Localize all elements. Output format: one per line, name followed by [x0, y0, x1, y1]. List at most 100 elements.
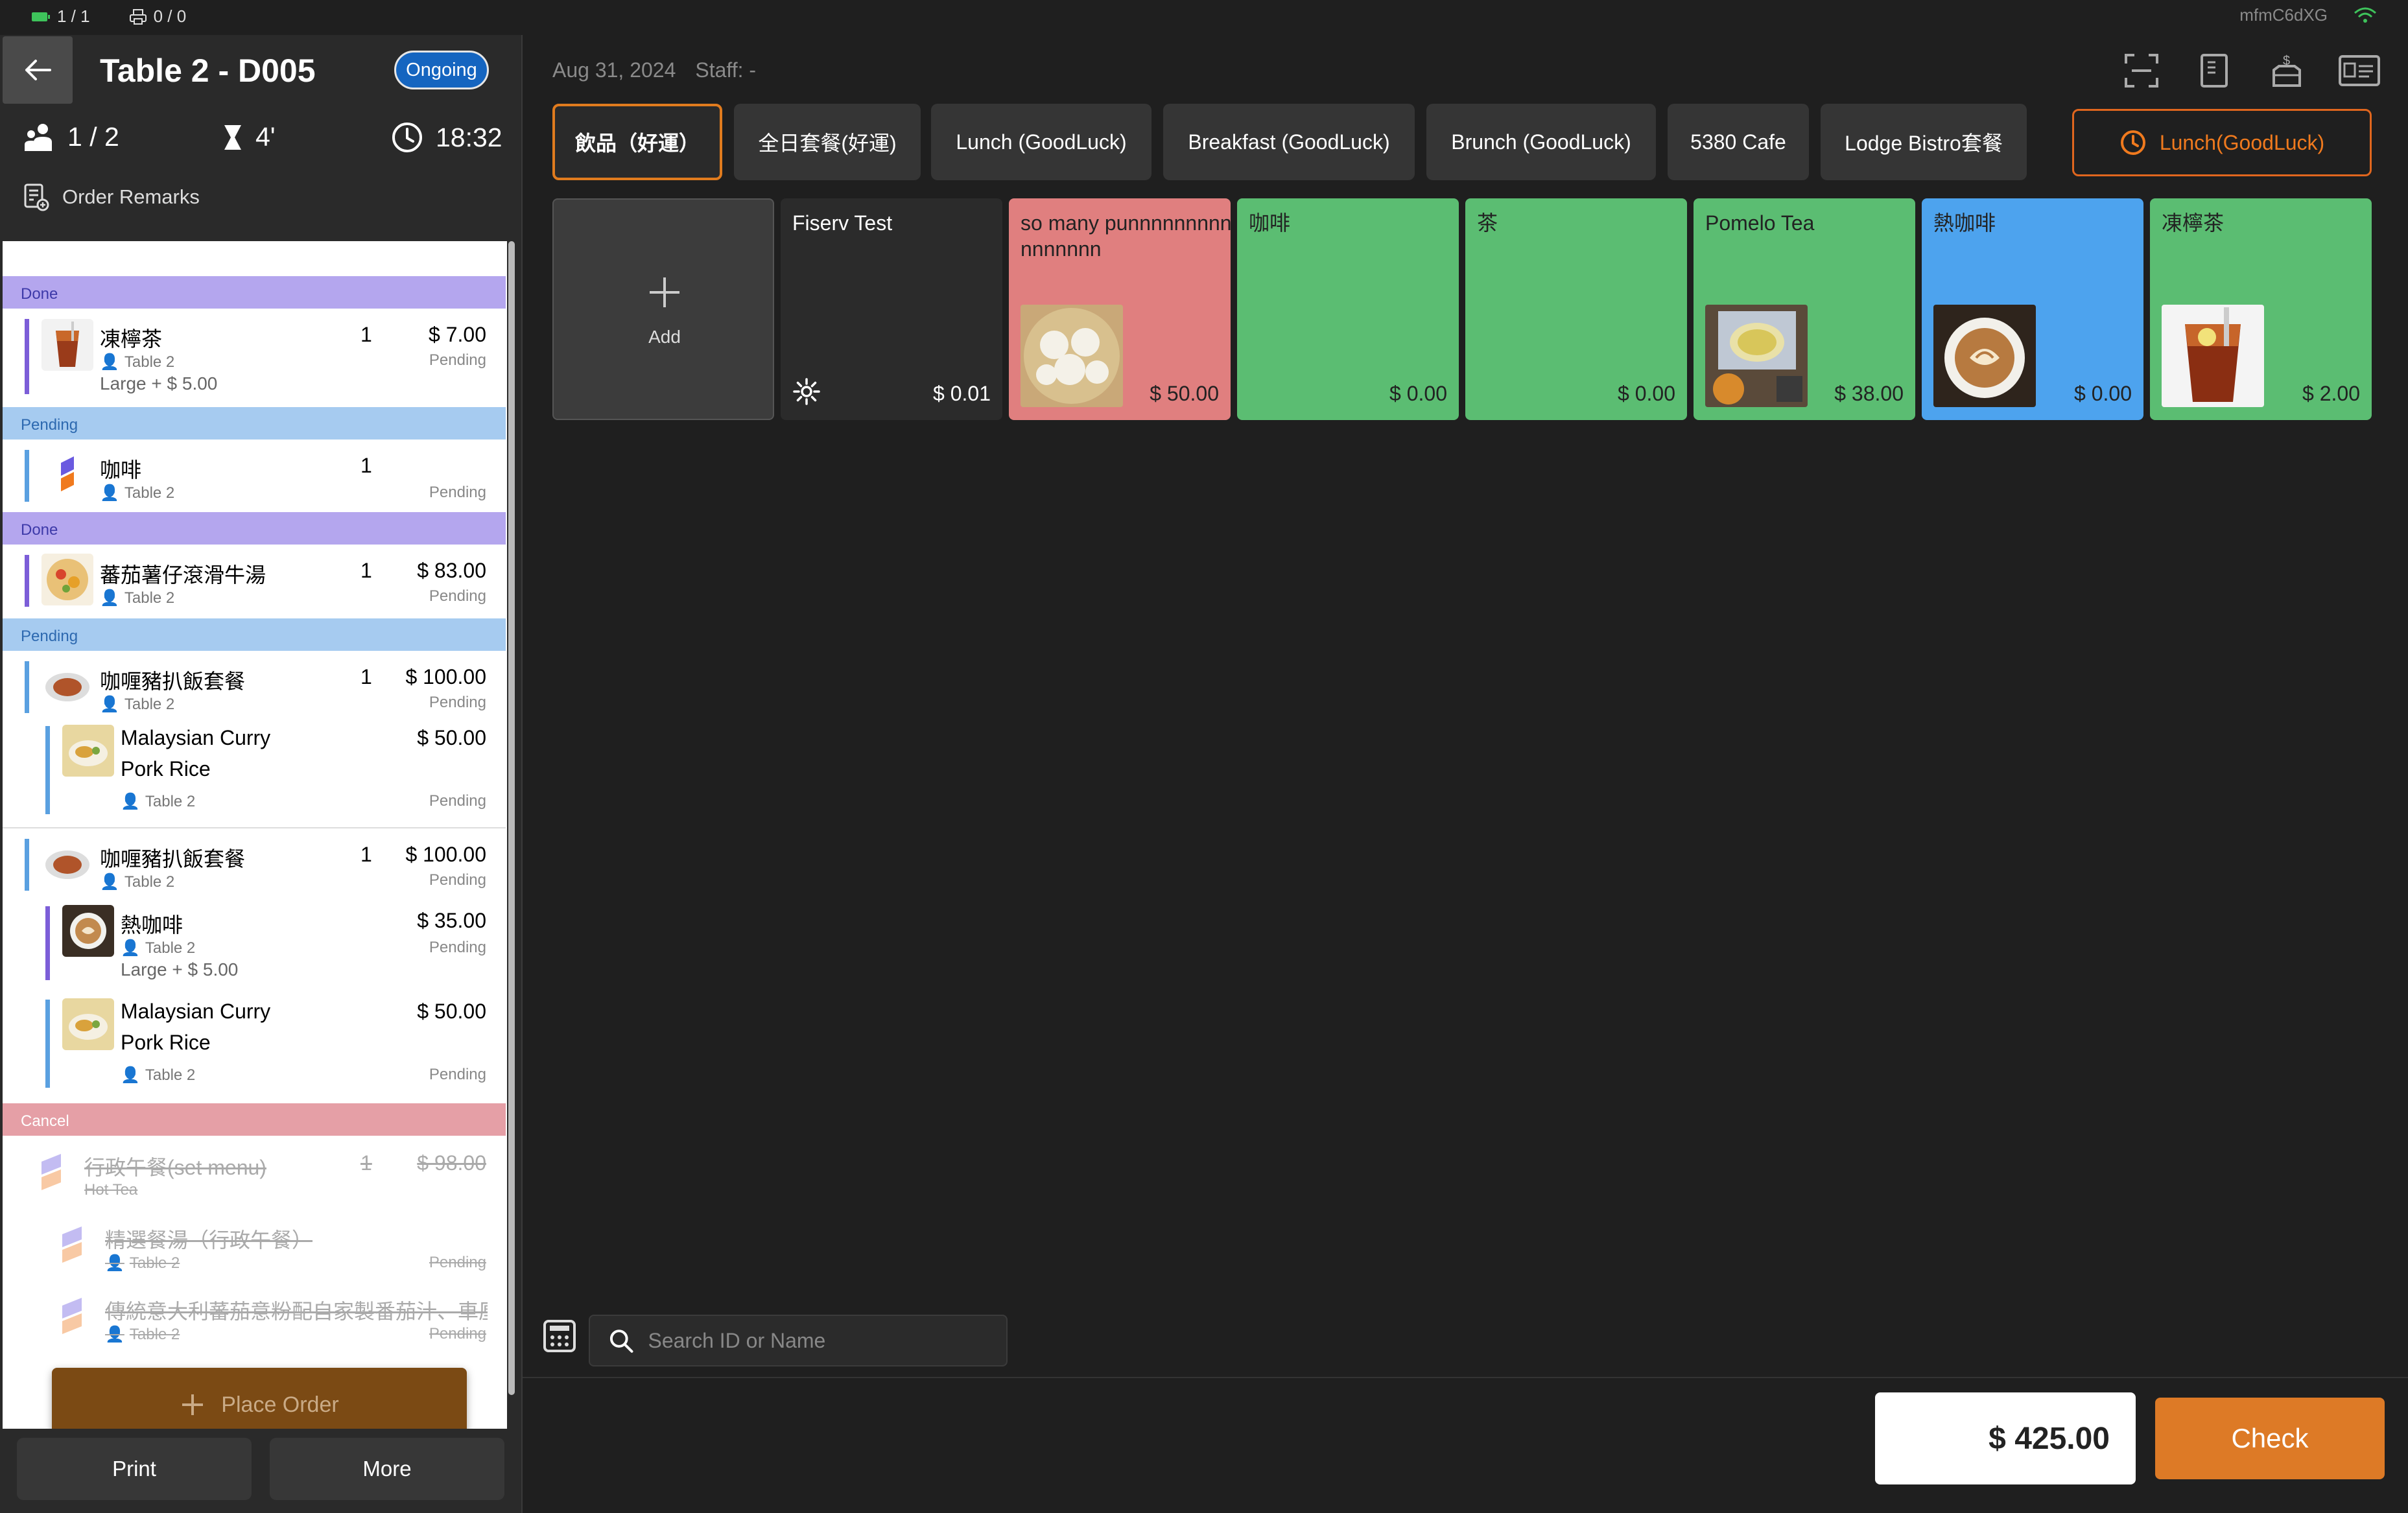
product-tile[interactable]: 咖啡 $ 0.00	[1237, 198, 1459, 420]
item-qty: 1	[360, 843, 372, 866]
check-button[interactable]: Check	[2155, 1398, 2385, 1479]
order-item[interactable]: 凍檸茶 👤 Table 2 Large + $ 5.00 1 $ 7.00 Pen…	[3, 309, 506, 406]
order-subitem[interactable]: Malaysian Curry Pork Rice 👤 Table 2 $ 50.…	[3, 996, 506, 1099]
order-panel: Table 2 - D005 Ongoing 1 / 2 4' 18:32 Or…	[0, 35, 521, 1513]
status-bar: 1 / 1 0 / 0 mfmC6dXG	[0, 0, 2408, 35]
product-tile[interactable]: 凍檸茶 $ 2.00	[2150, 198, 2372, 420]
table-title: Table 2 - D005	[100, 53, 316, 89]
add-label: Add	[648, 327, 681, 347]
add-product-tile[interactable]: Add	[552, 198, 774, 420]
product-price: $ 2.00	[2302, 382, 2360, 405]
pomelo-tea-image	[1705, 305, 1808, 407]
product-tile[interactable]: so many punnnnnnnnnnnnnnnn $ 50.00	[1009, 198, 1231, 420]
product-tile[interactable]: 茶 $ 0.00	[1465, 198, 1687, 420]
tab-category[interactable]: Breakfast (GoodLuck)	[1163, 104, 1415, 180]
item-table: 👤 Table 2	[121, 1066, 195, 1085]
battery-count: 1 / 1	[57, 6, 90, 26]
item-table: 👤 Table 2	[121, 792, 195, 811]
order-remarks-button[interactable]: Order Remarks	[23, 183, 200, 211]
order-subitem[interactable]: Malaysian Curry Pork Rice 👤 Table 2 $ 50.…	[3, 722, 506, 826]
cash-drawer-button[interactable]: $	[2264, 48, 2309, 93]
malaysian-curry-thumb	[62, 725, 114, 777]
item-name: 熱咖啡	[121, 913, 183, 937]
item-price: $ 100.00	[405, 843, 486, 866]
search-icon	[609, 1330, 633, 1353]
item-status: Pending	[429, 351, 486, 369]
plus-icon	[650, 277, 679, 307]
item-name: 凍檸茶	[100, 327, 163, 351]
member-card-button[interactable]	[2337, 48, 2382, 93]
menu-selector-button[interactable]: Lunch(GoodLuck)	[2072, 109, 2372, 176]
section-header-cancel: Cancel	[3, 1103, 506, 1136]
document-icon	[2201, 54, 2228, 88]
order-item-set[interactable]: 咖喱豬扒飯套餐 👤 Table 2 1 $ 100.00 Pending	[3, 651, 506, 722]
more-button[interactable]: More	[270, 1438, 504, 1500]
product-price: $ 0.00	[1389, 382, 1447, 405]
printer-count: 0 / 0	[153, 6, 187, 26]
order-item-set[interactable]: 咖喱豬扒飯套餐 👤 Table 2 1 $ 100.00 Pending	[3, 828, 506, 900]
item-table-label: Table 2	[129, 1254, 180, 1272]
back-button[interactable]	[3, 36, 73, 104]
tab-category[interactable]: 飲品（好運）	[552, 104, 722, 180]
calculator-button[interactable]	[538, 1315, 581, 1357]
print-button[interactable]: Print	[17, 1438, 252, 1500]
product-price: $ 0.00	[2074, 382, 2132, 405]
product-name: Fiserv Test	[792, 211, 893, 235]
hourglass-icon	[224, 124, 241, 150]
product-tile[interactable]: 熱咖啡 $ 0.00	[1922, 198, 2143, 420]
product-name: 凍檸茶	[2162, 211, 2225, 235]
section-header-done: Done	[3, 512, 506, 545]
status-bar-done	[25, 319, 29, 394]
person-icon: 👤	[105, 1254, 124, 1272]
product-tile[interactable]: Fiserv Test $ 0.01	[781, 198, 1002, 420]
tab-category[interactable]: 全日套餐(好運)	[734, 104, 921, 180]
section-header-done: Done	[3, 276, 506, 309]
search-field[interactable]	[589, 1315, 1008, 1366]
clock-icon	[2120, 130, 2145, 155]
product-tile[interactable]: Pomelo Tea $ 38.00	[1694, 198, 1915, 420]
tab-category[interactable]: Lodge Bistro套餐	[1821, 104, 2027, 180]
order-date: Aug 31, 2024	[552, 58, 676, 82]
order-list-scrollbar[interactable]	[508, 241, 515, 1395]
gear-icon[interactable]	[792, 377, 821, 406]
item-table-label: Table 2	[124, 353, 175, 371]
wifi-icon	[2354, 7, 2376, 23]
order-item[interactable]: 蕃茄薯仔滾滑牛湯 👤 Table 2 1 $ 83.00 Pending	[3, 545, 506, 616]
tab-category[interactable]: 5380 Cafe	[1668, 104, 1809, 180]
item-price: $ 50.00	[417, 1000, 486, 1023]
item-modifier: Hot Tea	[84, 1181, 138, 1199]
product-name: so many punnnnnnnnnnnnnnnn	[1021, 211, 1231, 261]
order-subitem-cancelled[interactable]: 傳統意大利蕃茄意粉配自家製番茄汁、車厘茄 👤 Table 2 Pending	[3, 1278, 506, 1350]
toolbar: $	[2119, 48, 2382, 93]
item-table-label: Table 2	[124, 873, 175, 891]
order-remarks-label: Order Remarks	[62, 185, 200, 208]
search-input[interactable]	[648, 1328, 1006, 1353]
item-table: 👤 Table 2	[100, 589, 174, 607]
order-list[interactable]: Done 凍檸茶 👤 Table 2 Large + $ 5.00 1 $ 7.0…	[3, 241, 507, 1459]
order-subitem[interactable]: 熱咖啡 👤 Table 2 Large + $ 5.00 $ 35.00 Pend…	[3, 900, 506, 991]
person-icon: 👤	[100, 484, 119, 502]
order-item[interactable]: 咖啡 👤 Table 2 1 Pending	[3, 440, 506, 511]
status-bar-pending	[25, 839, 29, 891]
printer-status: 0 / 0	[129, 6, 187, 27]
status-bar-pending	[25, 450, 29, 502]
product-name: 熱咖啡	[1933, 211, 1996, 235]
item-status: Pending	[429, 587, 486, 605]
order-item-cancelled[interactable]: 行政午餐(set menu) Hot Tea 1 $ 98.00	[3, 1136, 506, 1207]
item-name: 蕃茄薯仔滾滑牛湯	[100, 563, 266, 587]
item-table-label: Table 2	[124, 589, 175, 607]
tab-category[interactable]: Lunch (GoodLuck)	[931, 104, 1151, 180]
hot-coffee-thumb	[62, 905, 114, 957]
item-qty: 1	[360, 454, 372, 477]
person-icon: 👤	[100, 353, 119, 371]
duration-value: 4'	[255, 122, 276, 152]
item-price: $ 35.00	[417, 909, 486, 932]
order-subitem-cancelled[interactable]: 精選餐湯（行政午餐） 👤 Table 2 Pending	[3, 1207, 506, 1278]
menu-selector-label: Lunch(GoodLuck)	[2159, 130, 2325, 154]
curry-pork-rice-thumb	[41, 661, 93, 713]
item-status: Pending	[429, 1325, 486, 1343]
tab-category[interactable]: Brunch (GoodLuck)	[1426, 104, 1656, 180]
scan-button[interactable]	[2119, 48, 2164, 93]
bill-button[interactable]	[2191, 48, 2237, 93]
item-table: 👤 Table 2	[100, 484, 174, 502]
